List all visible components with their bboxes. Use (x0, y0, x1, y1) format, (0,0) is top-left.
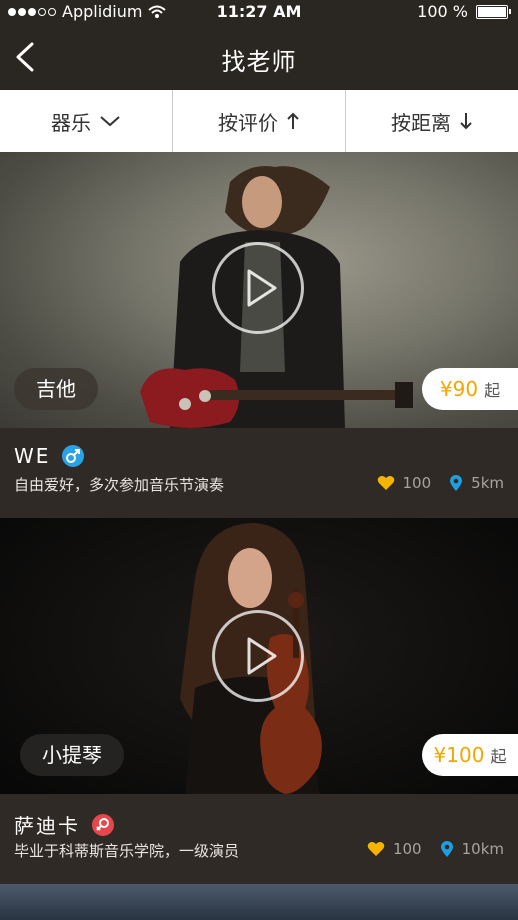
instrument-tag: 吉他 (14, 368, 98, 410)
location-icon (450, 475, 463, 491)
filter-distance[interactable]: 按距离 (346, 90, 518, 152)
chevron-down-icon (100, 116, 120, 127)
filter-distance-label: 按距离 (391, 110, 451, 135)
distance: 10km (461, 840, 504, 858)
male-icon (62, 445, 85, 467)
price-unit: 起 (490, 747, 507, 766)
play-button[interactable] (212, 242, 304, 334)
teacher-stats: 100 10km (367, 840, 504, 858)
likes-count: 100 (392, 840, 422, 858)
teacher-card-partial[interactable] (0, 884, 518, 920)
price-badge[interactable]: ¥100 起 (422, 734, 518, 776)
teacher-name: WE (14, 444, 51, 468)
battery-group: 100 % (417, 2, 511, 21)
teacher-name: 萨迪卡 (14, 814, 80, 838)
filter-rating-label: 按评价 (218, 110, 278, 135)
status-bar: Applidium 11:27 AM 100 % (0, 0, 518, 24)
teacher-name-row: WE (14, 444, 85, 468)
price-amount: ¥100 (433, 743, 485, 767)
play-icon (247, 269, 277, 307)
teacher-info: WE 自由爱好，多次参加音乐节演奏 100 5km (0, 428, 518, 518)
teacher-photo[interactable]: 吉他 ¥90 起 (0, 152, 518, 428)
price-amount: ¥90 (439, 377, 479, 401)
teacher-info: 萨迪卡 毕业于科蒂斯音乐学院，一级演员 100 10km (0, 794, 518, 884)
filter-instrument[interactable]: 器乐 (0, 90, 173, 152)
teacher-stats: 100 5km (377, 474, 504, 492)
battery-icon (476, 4, 511, 19)
heart-icon (367, 842, 385, 856)
price-unit: 起 (484, 381, 501, 400)
filter-rating[interactable]: 按评价 (173, 90, 346, 152)
play-icon (247, 637, 277, 675)
distance: 5km (471, 474, 504, 492)
teacher-photo[interactable]: 小提琴 ¥100 起 (0, 518, 518, 794)
nav-bar: 找老师 (0, 24, 518, 90)
price-badge[interactable]: ¥90 起 (422, 368, 518, 410)
filter-bar: 器乐 按评价 按距离 (0, 90, 518, 153)
teacher-name-row: 萨迪卡 (14, 810, 114, 839)
play-button[interactable] (212, 610, 304, 702)
likes-count: 100 (402, 474, 432, 492)
page-title: 找老师 (221, 48, 297, 76)
filter-instrument-label: 器乐 (51, 110, 91, 135)
female-icon (92, 813, 114, 836)
teacher-description: 毕业于科蒂斯音乐学院，一级演员 (14, 842, 240, 860)
teacher-description: 自由爱好，多次参加音乐节演奏 (14, 476, 225, 494)
arrow-up-icon (287, 112, 299, 129)
heart-icon (377, 476, 394, 490)
arrow-down-icon (460, 113, 472, 130)
instrument-tag: 小提琴 (20, 734, 124, 776)
location-icon (440, 841, 453, 857)
battery-text: 100 % (417, 2, 468, 21)
